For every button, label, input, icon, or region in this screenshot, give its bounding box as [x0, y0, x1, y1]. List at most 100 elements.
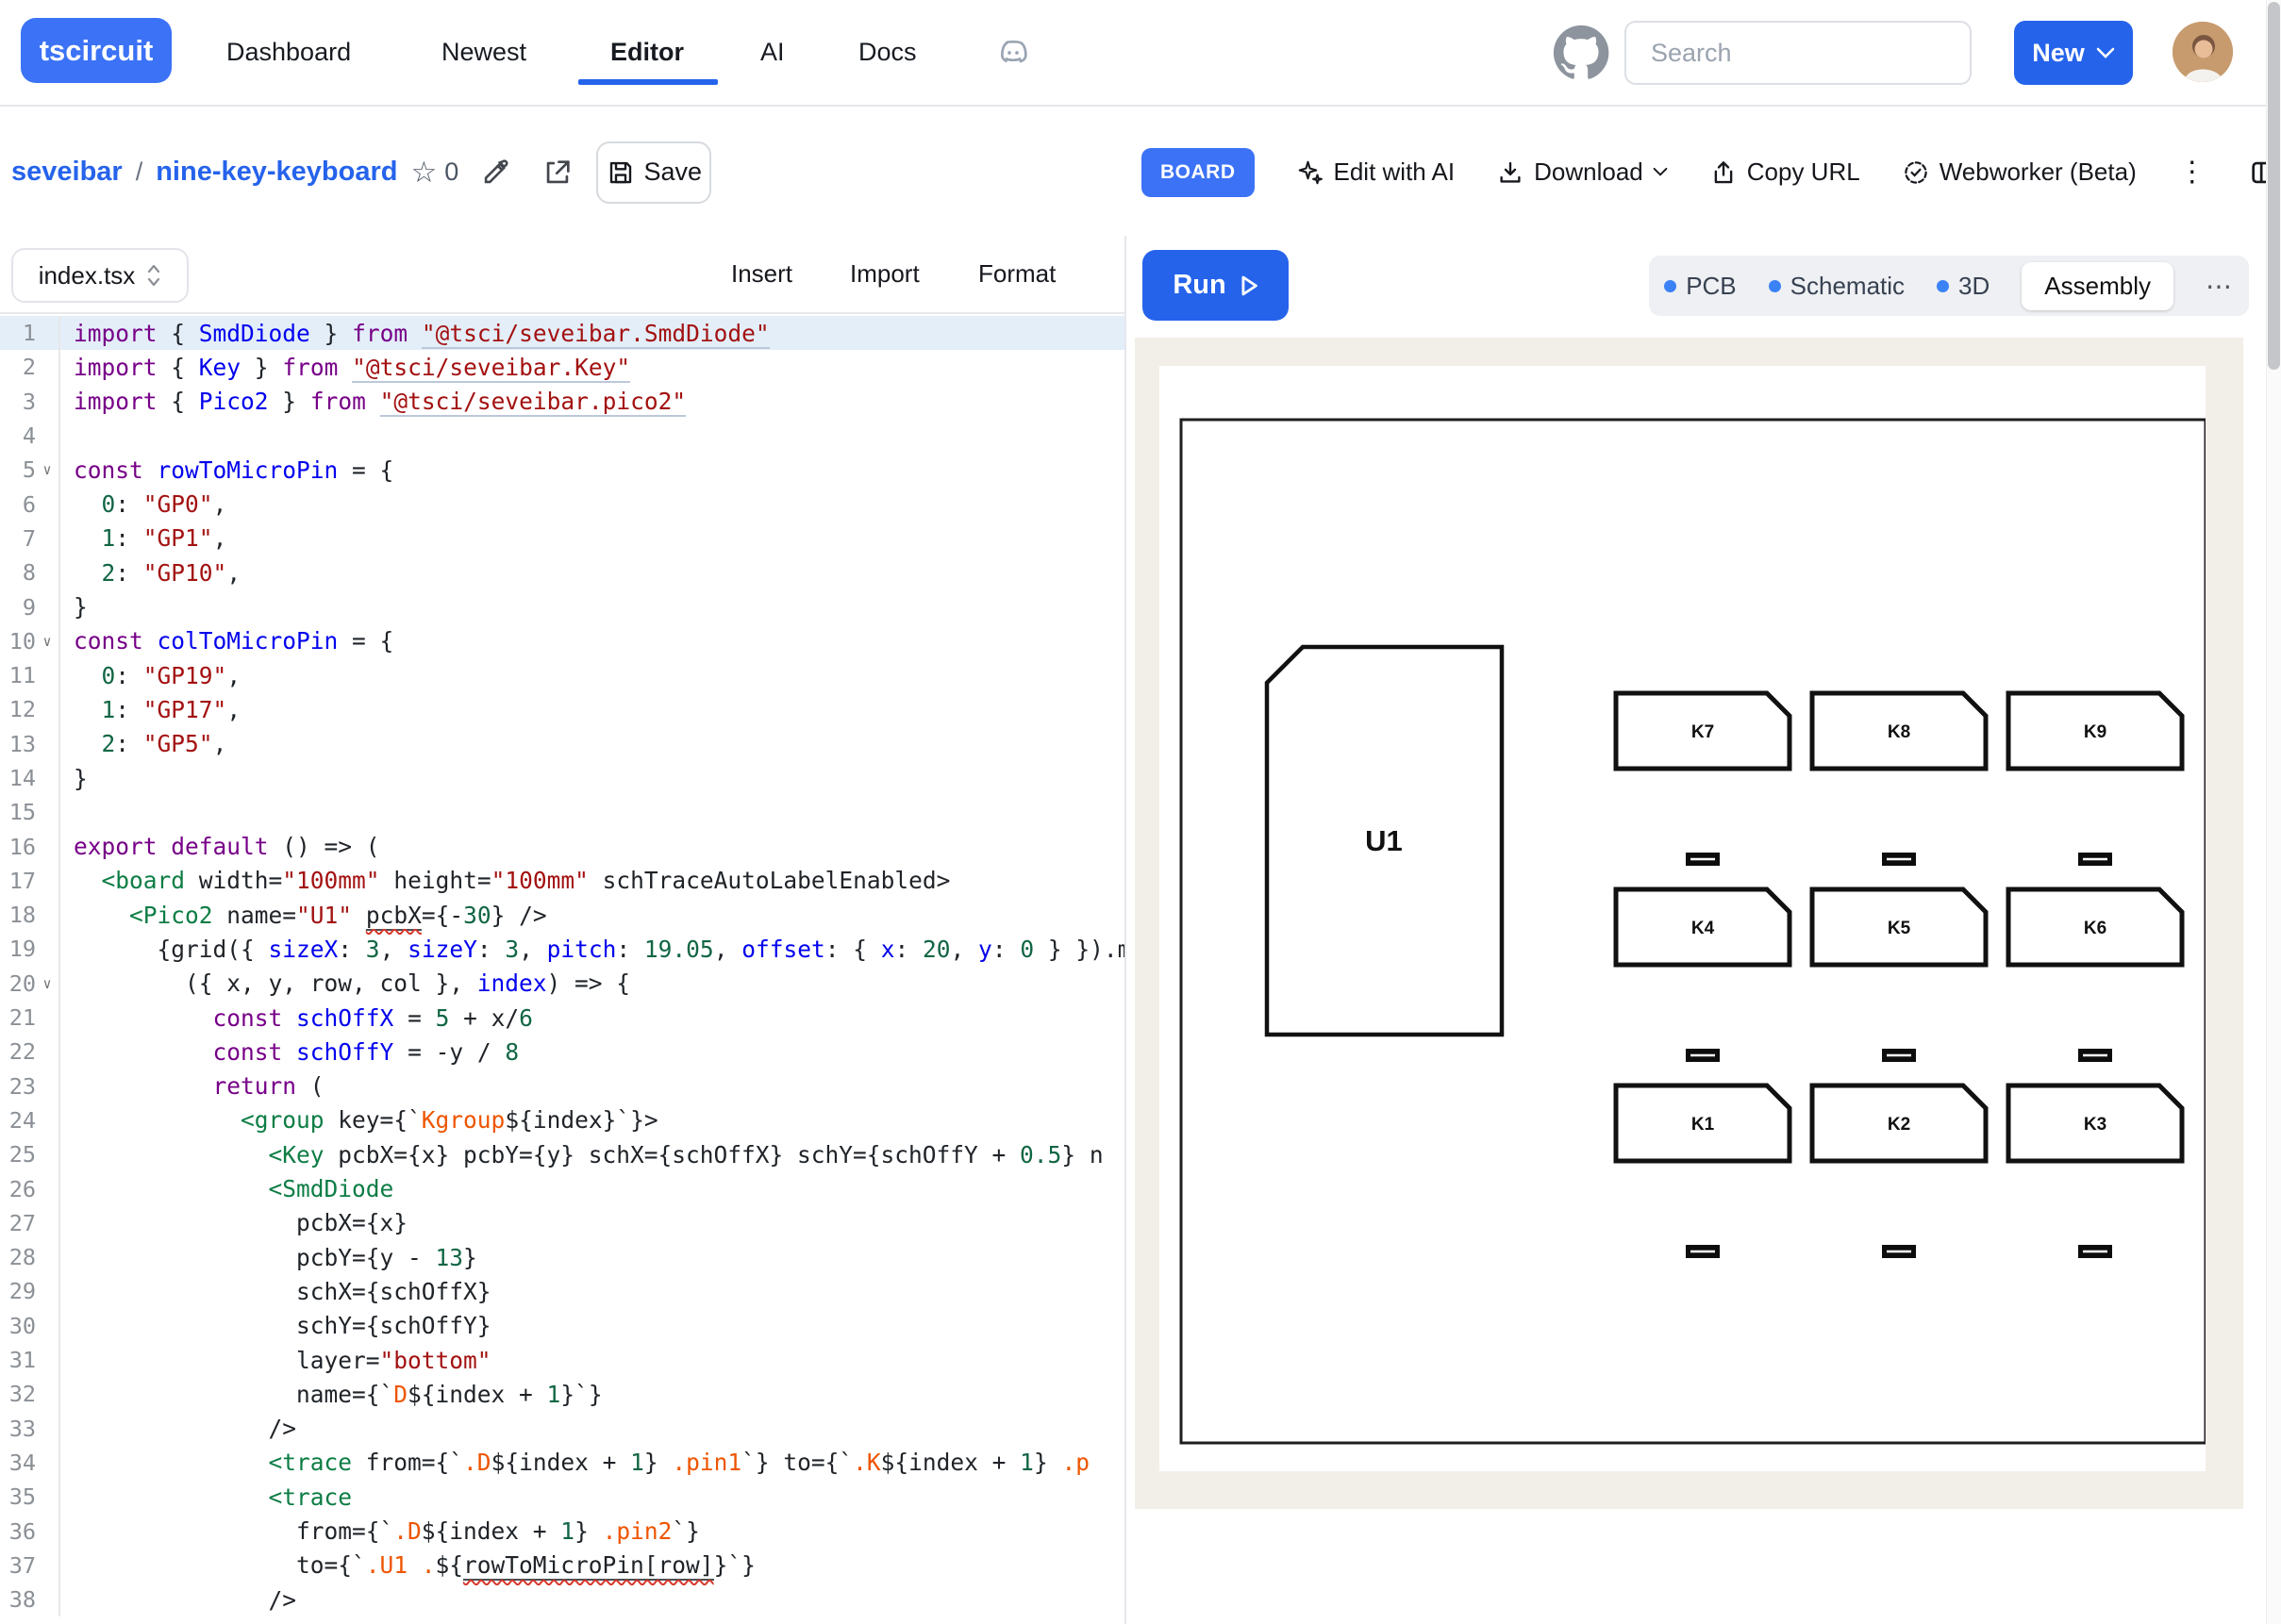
code-line[interactable]: 15 [0, 795, 1124, 829]
line-number: 26 [0, 1176, 36, 1202]
chevron-down-icon [1653, 167, 1668, 177]
code-text: import { SmdDiode } from "@tsci/seveibar… [60, 320, 770, 347]
fold-arrow-icon[interactable]: ∨ [36, 461, 58, 478]
nav-item-dashboard[interactable]: Dashboard [226, 0, 351, 105]
code-line[interactable]: 21 const schOffX = 5 + x/6 [0, 1001, 1124, 1035]
code-line[interactable]: 29 schX={schOffX} [0, 1274, 1124, 1308]
fold-arrow-icon[interactable]: ∨ [36, 975, 58, 992]
nav-item-ai[interactable]: AI [760, 0, 785, 105]
breadcrumb-owner[interactable]: seveibar [11, 157, 123, 188]
gutter: 31 [0, 1343, 60, 1377]
code-text: 1: "GP17", [60, 696, 241, 723]
code-line[interactable]: 24 <group key={`Kgroup${index}`}> [0, 1103, 1124, 1137]
code-line[interactable]: 26 <SmdDiode [0, 1171, 1124, 1205]
line-number: 15 [0, 799, 36, 825]
diode-row-2[interactable] [1686, 1049, 2112, 1062]
code-line[interactable]: 10∨const colToMicroPin = { [0, 624, 1124, 658]
code-line[interactable]: 36 from={`.D${index + 1} .pin2`} [0, 1514, 1124, 1548]
edit-pencil-icon[interactable] [479, 157, 511, 189]
code-line[interactable]: 1import { SmdDiode } from "@tsci/seveiba… [0, 316, 1124, 350]
webworker-button[interactable]: Webworker (Beta) [1902, 157, 2137, 187]
line-number: 5 [0, 456, 36, 483]
search-input[interactable]: Search [1624, 21, 1972, 85]
code-line[interactable]: 16export default () => ( [0, 829, 1124, 863]
github-icon[interactable] [1552, 24, 1610, 82]
code-line[interactable]: 25 <Key pcbX={x} pcbY={y} schX={schOffX}… [0, 1137, 1124, 1171]
line-number: 31 [0, 1347, 36, 1373]
code-line[interactable]: 9} [0, 589, 1124, 623]
code-line[interactable]: 30 schY={schOffY} [0, 1309, 1124, 1343]
code-line[interactable]: 34 <trace from={`.D${index + 1} .pin1`} … [0, 1446, 1124, 1480]
avatar[interactable] [2173, 22, 2233, 82]
save-button[interactable]: Save [596, 141, 711, 204]
tab-3d[interactable]: 3D [1937, 272, 1990, 301]
tab-schematic[interactable]: Schematic [1769, 272, 1905, 301]
line-number: 25 [0, 1141, 36, 1168]
more-options-icon[interactable]: ⋮ [2178, 156, 2206, 189]
run-button[interactable]: Run [1142, 250, 1289, 321]
line-number: 6 [0, 491, 36, 518]
open-external-icon[interactable] [541, 157, 574, 189]
code-line[interactable]: 23 return ( [0, 1069, 1124, 1103]
tab-pcb[interactable]: PCB [1664, 272, 1736, 301]
breadcrumb: seveibar / nine-key-keyboard ☆ 0 Save [11, 108, 711, 236]
top-nav: tscircuit Dashboard Newest Editor AI Doc… [0, 0, 2281, 107]
discord-icon[interactable] [992, 34, 1034, 72]
code-line[interactable]: 12 1: "GP17", [0, 692, 1124, 726]
code-line[interactable]: 35 <trace [0, 1480, 1124, 1514]
code-line[interactable]: 4 [0, 419, 1124, 453]
star-button[interactable]: ☆ 0 [410, 156, 458, 190]
code-line[interactable]: 32 name={`D${index + 1}`} [0, 1377, 1124, 1411]
code-line[interactable]: 13 2: "GP5", [0, 727, 1124, 761]
code-line[interactable]: 20∨ ({ x, y, row, col }, index) => { [0, 967, 1124, 1001]
tab-assembly[interactable]: Assembly [2022, 262, 2173, 310]
gutter: 6 [0, 487, 60, 521]
code-area[interactable]: 1import { SmdDiode } from "@tsci/seveiba… [0, 316, 1124, 1624]
code-line[interactable]: 14} [0, 761, 1124, 795]
code-line[interactable]: 8 2: "GP10", [0, 555, 1124, 589]
nav-item-editor[interactable]: Editor [610, 0, 684, 105]
code-line[interactable]: 5∨const rowToMicroPin = { [0, 453, 1124, 487]
code-line[interactable]: 7 1: "GP1", [0, 522, 1124, 555]
scrollbar-thumb[interactable] [2268, 2, 2280, 370]
code-line[interactable]: 28 pcbY={y - 13} [0, 1240, 1124, 1274]
schematic-dot-icon [1769, 280, 1781, 292]
assembly-viewport[interactable]: U1 K7 K8 K9 [1159, 366, 2206, 1471]
code-text: return ( [60, 1072, 325, 1100]
code-line[interactable]: 37 to={`.U1 .${rowToMicroPin[row]}`} [0, 1549, 1124, 1583]
code-line[interactable]: 3import { Pico2 } from "@tsci/seveibar.p… [0, 385, 1124, 419]
gutter: 37 [0, 1549, 60, 1583]
code-text: <trace from={`.D${index + 1} .pin1`} to=… [60, 1449, 1090, 1476]
code-line[interactable]: 11 0: "GP19", [0, 658, 1124, 692]
edit-with-ai-button[interactable]: Edit with AI [1296, 157, 1456, 187]
gutter: 35 [0, 1480, 60, 1514]
code-line[interactable]: 2import { Key } from "@tsci/seveibar.Key… [0, 350, 1124, 384]
tabs-overflow-icon[interactable]: ⋯ [2206, 271, 2234, 302]
code-line[interactable]: 33 /> [0, 1412, 1124, 1446]
new-button[interactable]: New [2014, 21, 2133, 85]
code-line[interactable]: 31 layer="bottom" [0, 1343, 1124, 1377]
fold-arrow-icon[interactable]: ∨ [36, 633, 58, 650]
menu-import[interactable]: Import [850, 236, 920, 312]
code-line[interactable]: 38 /> [0, 1583, 1124, 1616]
code-line[interactable]: 18 <Pico2 name="U1" pcbX={-30} /> [0, 898, 1124, 932]
tscircuit-logo[interactable]: tscircuit [21, 18, 172, 83]
code-line[interactable]: 22 const schOffY = -y / 8 [0, 1035, 1124, 1069]
menu-insert[interactable]: Insert [731, 236, 792, 312]
download-button[interactable]: Download [1496, 157, 1668, 187]
nav-item-docs[interactable]: Docs [858, 0, 917, 105]
breadcrumb-package[interactable]: nine-key-keyboard [156, 157, 397, 188]
code-line[interactable]: 6 0: "GP0", [0, 487, 1124, 521]
copy-url-button[interactable]: Copy URL [1709, 157, 1860, 187]
diode-row-3[interactable] [1686, 1245, 2112, 1258]
code-line[interactable]: 19 {grid({ sizeX: 3, sizeY: 3, pitch: 19… [0, 932, 1124, 966]
menu-format[interactable]: Format [978, 236, 1056, 312]
assembly-canvas[interactable]: U1 K7 K8 K9 [1135, 338, 2243, 1509]
file-selector[interactable]: index.tsx [11, 248, 189, 303]
nav-item-newest[interactable]: Newest [441, 0, 526, 105]
diode-row-1[interactable] [1686, 853, 2112, 866]
window-scrollbar[interactable] [2266, 0, 2281, 1624]
code-line[interactable]: 27 pcbX={x} [0, 1206, 1124, 1240]
board-badge[interactable]: BOARD [1141, 148, 1255, 197]
code-line[interactable]: 17 <board width="100mm" height="100mm" s… [0, 864, 1124, 898]
